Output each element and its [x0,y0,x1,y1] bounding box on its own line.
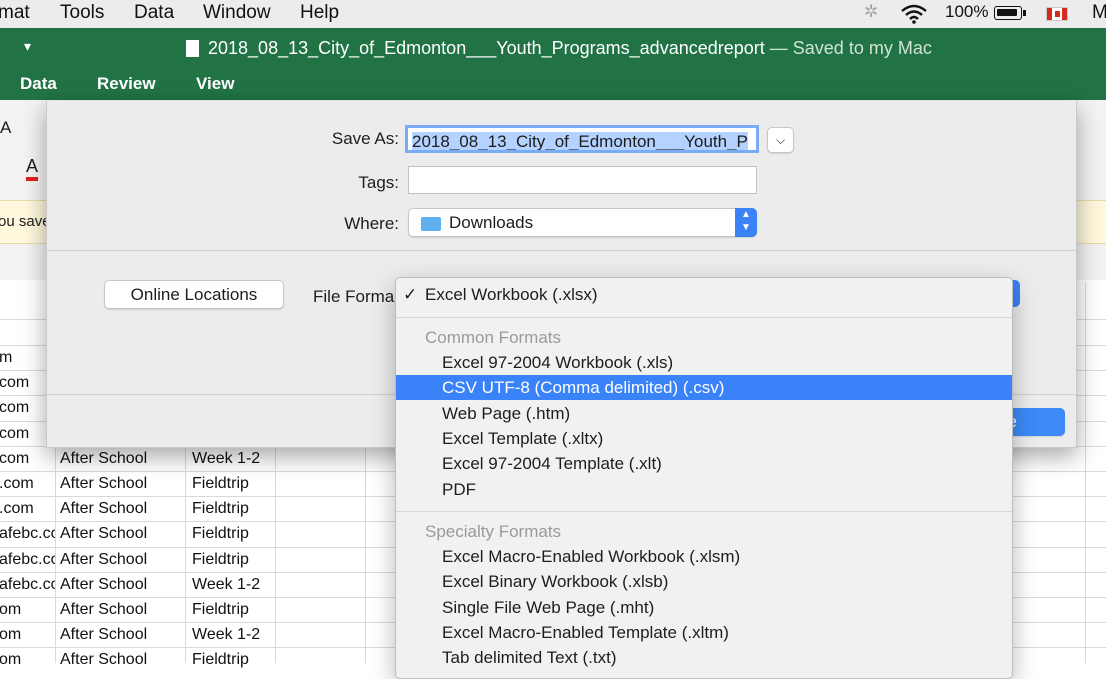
format-option[interactable]: Excel 97-2004 Workbook (.xls) [396,350,1012,375]
expand-dialog-button[interactable]: ⌵ [767,127,794,153]
table-cell[interactable]: afebc.co [0,551,55,569]
file-format-menu: ✓ Excel Workbook (.xlsx) Common Formats … [395,277,1013,679]
notice-text: ou save [0,213,51,230]
bluetooth-icon[interactable]: ✲ [864,2,878,22]
table-cell[interactable]: Week 1-2 [192,576,317,594]
menu-tools[interactable]: Tools [60,2,104,24]
format-option[interactable]: CSV UTF-8 (Comma delimited) (.csv) [396,375,1012,401]
folder-icon [421,217,441,231]
user-menu[interactable]: M [1092,2,1106,24]
table-cell[interactable]: Fieldtrip [192,475,317,493]
tab-review[interactable]: Review [97,74,156,94]
table-cell[interactable]: After School [60,500,185,518]
online-locations-button[interactable]: Online Locations [104,280,284,309]
font-color-button[interactable]: A [26,156,39,181]
common-formats-header: Common Formats [425,328,562,347]
save-as-label: Save As: [331,129,399,148]
table-cell[interactable]: Fieldtrip [192,551,317,569]
table-cell[interactable]: com [0,450,55,468]
excel-titlebar: ▾ 2018_08_13_City_of_Edmonton___Youth_Pr… [0,28,1106,70]
canada-flag-icon[interactable] [1046,7,1068,21]
save-as-field[interactable]: 2018_08_13_City_of_Edmonton___Youth_P [405,125,759,153]
table-cell[interactable]: Fieldtrip [192,500,317,518]
table-cell[interactable]: After School [60,651,185,669]
table-cell[interactable]: Fieldtrip [192,525,317,543]
dialog-divider [47,250,1076,251]
table-cell[interactable]: om [0,626,55,644]
menu-data[interactable]: Data [134,2,174,24]
format-option[interactable]: Single File Web Page (.mht) [396,595,1012,620]
format-option[interactable]: PDF [396,477,1012,502]
increase-font-size-button[interactable]: A [0,118,11,138]
document-icon [186,40,199,57]
where-popup[interactable]: Downloads ▲ ▼ [408,208,757,237]
format-option-xlsx[interactable]: ✓ Excel Workbook (.xlsx) [396,282,1012,307]
table-cell[interactable]: After School [60,450,185,468]
menu-window[interactable]: Window [203,2,271,24]
table-cell[interactable]: om [0,651,55,669]
file-format-label: File Forma [313,287,395,306]
format-option[interactable]: Excel Macro-Enabled Template (.xltm) [396,620,1012,645]
table-cell[interactable]: After School [60,601,185,619]
table-cell[interactable]: After School [60,475,185,493]
format-option[interactable]: Web Page (.htm) [396,401,1012,426]
table-cell[interactable]: Fieldtrip [192,601,317,619]
where-label: Where: [344,214,399,233]
table-cell[interactable]: .com [0,475,55,493]
format-option[interactable]: Excel Macro-Enabled Workbook (.xlsm) [396,544,1012,569]
specialty-formats-header: Specialty Formats [425,522,562,541]
format-option[interactable]: Excel Binary Workbook (.xlsb) [396,569,1012,594]
menu-help[interactable]: Help [300,2,339,24]
ribbon-tabs: Data Review View [0,70,1106,100]
table-cell[interactable]: After School [60,551,185,569]
checkmark-icon: ✓ [403,285,418,304]
quick-access-dropdown-icon[interactable]: ▾ [24,38,31,55]
table-cell[interactable]: After School [60,576,185,594]
format-option[interactable]: Tab delimited Text (.txt) [396,645,1012,670]
chevron-updown-icon: ▲ ▼ [735,208,757,237]
battery-icon[interactable] [994,6,1026,20]
table-cell[interactable]: After School [60,626,185,644]
tags-field[interactable] [408,166,757,194]
menu-format[interactable]: mat [0,2,30,24]
tab-data[interactable]: Data [20,74,57,94]
table-cell[interactable]: After School [60,525,185,543]
table-cell[interactable]: .com [0,500,55,518]
table-cell[interactable]: om [0,601,55,619]
table-cell[interactable]: Week 1-2 [192,450,317,468]
macos-menubar: mat Tools Data Window Help ✲ 100% M [0,0,1106,29]
tab-view[interactable]: View [196,74,234,94]
table-cell[interactable]: Fieldtrip [192,651,317,669]
format-option[interactable]: Excel Template (.xltx) [396,426,1012,451]
wifi-icon[interactable] [900,4,928,24]
format-option[interactable]: Excel 97-2004 Template (.xlt) [396,451,1012,476]
tags-label: Tags: [358,173,399,192]
table-cell[interactable]: afebc.co [0,525,55,543]
table-cell[interactable]: afebc.co [0,576,55,594]
battery-percent: 100% [945,2,989,21]
table-cell[interactable]: Week 1-2 [192,626,317,644]
window-title: 2018_08_13_City_of_Edmonton___Youth_Prog… [208,38,932,58]
